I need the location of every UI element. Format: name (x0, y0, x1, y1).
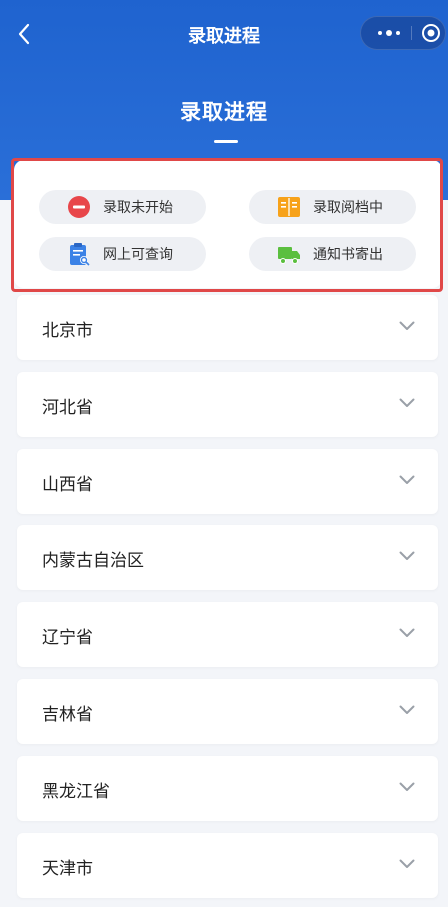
target-icon (422, 24, 440, 42)
region-name: 吉林省 (42, 705, 93, 725)
region-name: 内蒙古自治区 (42, 551, 144, 571)
region-item-jilin[interactable]: 吉林省 (17, 679, 438, 744)
region-item-shanxi[interactable]: 山西省 (17, 449, 438, 514)
mini-program-capsule (360, 16, 446, 50)
region-name: 辽宁省 (42, 628, 93, 648)
region-item-heilongjiang[interactable]: 黑龙江省 (17, 756, 438, 821)
region-name: 北京市 (42, 321, 93, 341)
chevron-down-icon (398, 778, 416, 796)
region-name: 黑龙江省 (42, 782, 110, 802)
region-item-inner-mongolia[interactable]: 内蒙古自治区 (17, 525, 438, 590)
chevron-down-icon (398, 547, 416, 565)
region-name: 天津市 (42, 859, 93, 879)
chevron-down-icon (398, 624, 416, 642)
highlight-outline (11, 158, 443, 292)
close-miniprogram-button[interactable] (417, 17, 445, 49)
page-title: 录取进程 (180, 100, 268, 124)
chevron-down-icon (398, 855, 416, 873)
navigation-bar: 录取进程 (0, 0, 448, 68)
region-item-tianjin[interactable]: 天津市 (17, 833, 438, 898)
title-underline (214, 140, 238, 143)
chevron-down-icon (398, 317, 416, 335)
region-item-beijing[interactable]: 北京市 (17, 295, 438, 360)
region-name: 山西省 (42, 475, 93, 495)
capsule-divider (411, 26, 412, 40)
region-item-hebei[interactable]: 河北省 (17, 372, 438, 437)
more-dots-icon (378, 30, 400, 36)
more-button[interactable] (371, 17, 407, 49)
chevron-down-icon (398, 701, 416, 719)
region-name: 河北省 (42, 398, 93, 418)
chevron-down-icon (398, 471, 416, 489)
chevron-down-icon (398, 394, 416, 412)
region-item-liaoning[interactable]: 辽宁省 (17, 602, 438, 667)
